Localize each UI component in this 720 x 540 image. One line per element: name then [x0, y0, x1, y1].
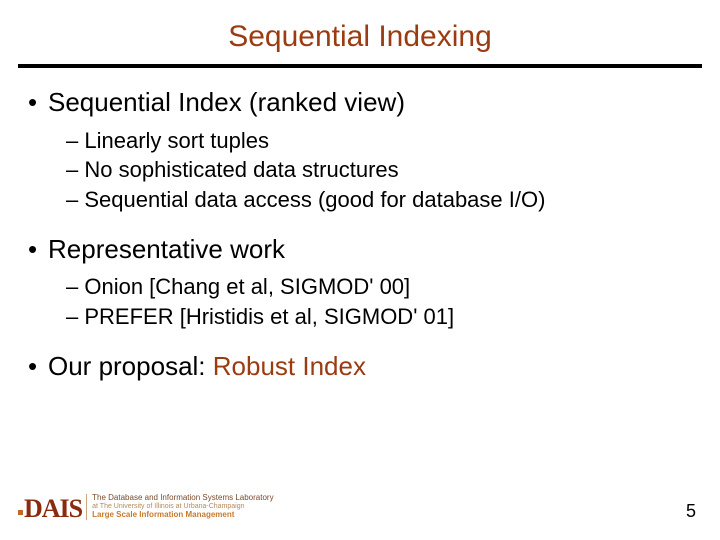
bullet-3-text: Our proposal:: [48, 351, 213, 381]
slide-content: •Sequential Index (ranked view) – Linear…: [0, 82, 720, 387]
subitem-text: Linearly sort tuples: [84, 128, 269, 153]
footer-logo: DAIS The Database and Information System…: [18, 492, 274, 522]
title-rule: [18, 64, 702, 68]
bullet-dot-icon: •: [28, 229, 48, 271]
subitem-text: Onion [Chang et al, SIGMOD' 00]: [84, 274, 410, 299]
bullet-3: •Our proposal: Robust Index: [28, 346, 692, 388]
logo-line1: The Database and Information Systems Lab…: [92, 494, 273, 503]
bullet-2-subitems: – Onion [Chang et al, SIGMOD' 00] – PREF…: [66, 272, 692, 331]
logo-line3: Large Scale Information Management: [92, 511, 273, 520]
logo-text: The Database and Information Systems Lab…: [86, 494, 273, 519]
subitem: – PREFER [Hristidis et al, SIGMOD' 01]: [66, 302, 692, 332]
bullet-1-subitems: – Linearly sort tuples – No sophisticate…: [66, 126, 692, 215]
page-number: 5: [686, 501, 702, 522]
subitem-text: Sequential data access (good for databas…: [84, 187, 545, 212]
bullet-1: •Sequential Index (ranked view): [28, 82, 692, 124]
bullet-2-text: Representative work: [48, 234, 285, 264]
logo-mark: DAIS: [18, 494, 82, 524]
slide: Sequential Indexing •Sequential Index (r…: [0, 0, 720, 540]
bullet-dot-icon: •: [28, 82, 48, 124]
subitem: – Sequential data access (good for datab…: [66, 185, 692, 215]
bullet-dot-icon: •: [28, 346, 48, 388]
slide-footer: DAIS The Database and Information System…: [18, 492, 702, 522]
slide-title: Sequential Indexing: [0, 0, 720, 64]
subitem: – No sophisticated data structures: [66, 155, 692, 185]
logo-dot-icon: [18, 510, 23, 515]
subitem-text: PREFER [Hristidis et al, SIGMOD' 01]: [84, 304, 454, 329]
logo-mark-text: DAIS: [24, 494, 82, 523]
subitem: – Onion [Chang et al, SIGMOD' 00]: [66, 272, 692, 302]
bullet-2: •Representative work: [28, 229, 692, 271]
subitem: – Linearly sort tuples: [66, 126, 692, 156]
bullet-3-highlight: Robust Index: [213, 351, 366, 381]
subitem-text: No sophisticated data structures: [84, 157, 398, 182]
bullet-1-text: Sequential Index (ranked view): [48, 87, 405, 117]
